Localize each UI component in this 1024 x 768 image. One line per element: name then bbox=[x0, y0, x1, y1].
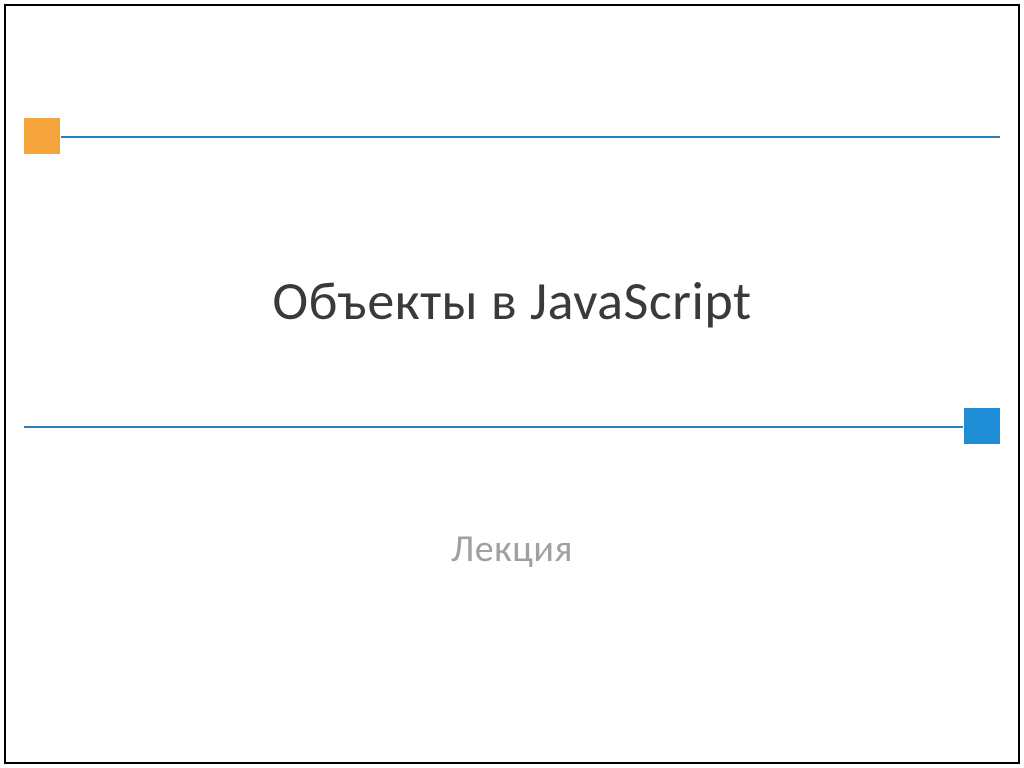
slide-title: Объекты в JavaScript bbox=[6, 268, 1018, 334]
bottom-divider-line bbox=[24, 426, 963, 428]
slide-frame: Объекты в JavaScript Лекция bbox=[4, 4, 1020, 764]
bottom-accent-square bbox=[964, 408, 1000, 444]
slide-subtitle: Лекция bbox=[6, 526, 1018, 572]
top-divider-line bbox=[61, 136, 1000, 138]
top-accent-square bbox=[24, 118, 60, 154]
